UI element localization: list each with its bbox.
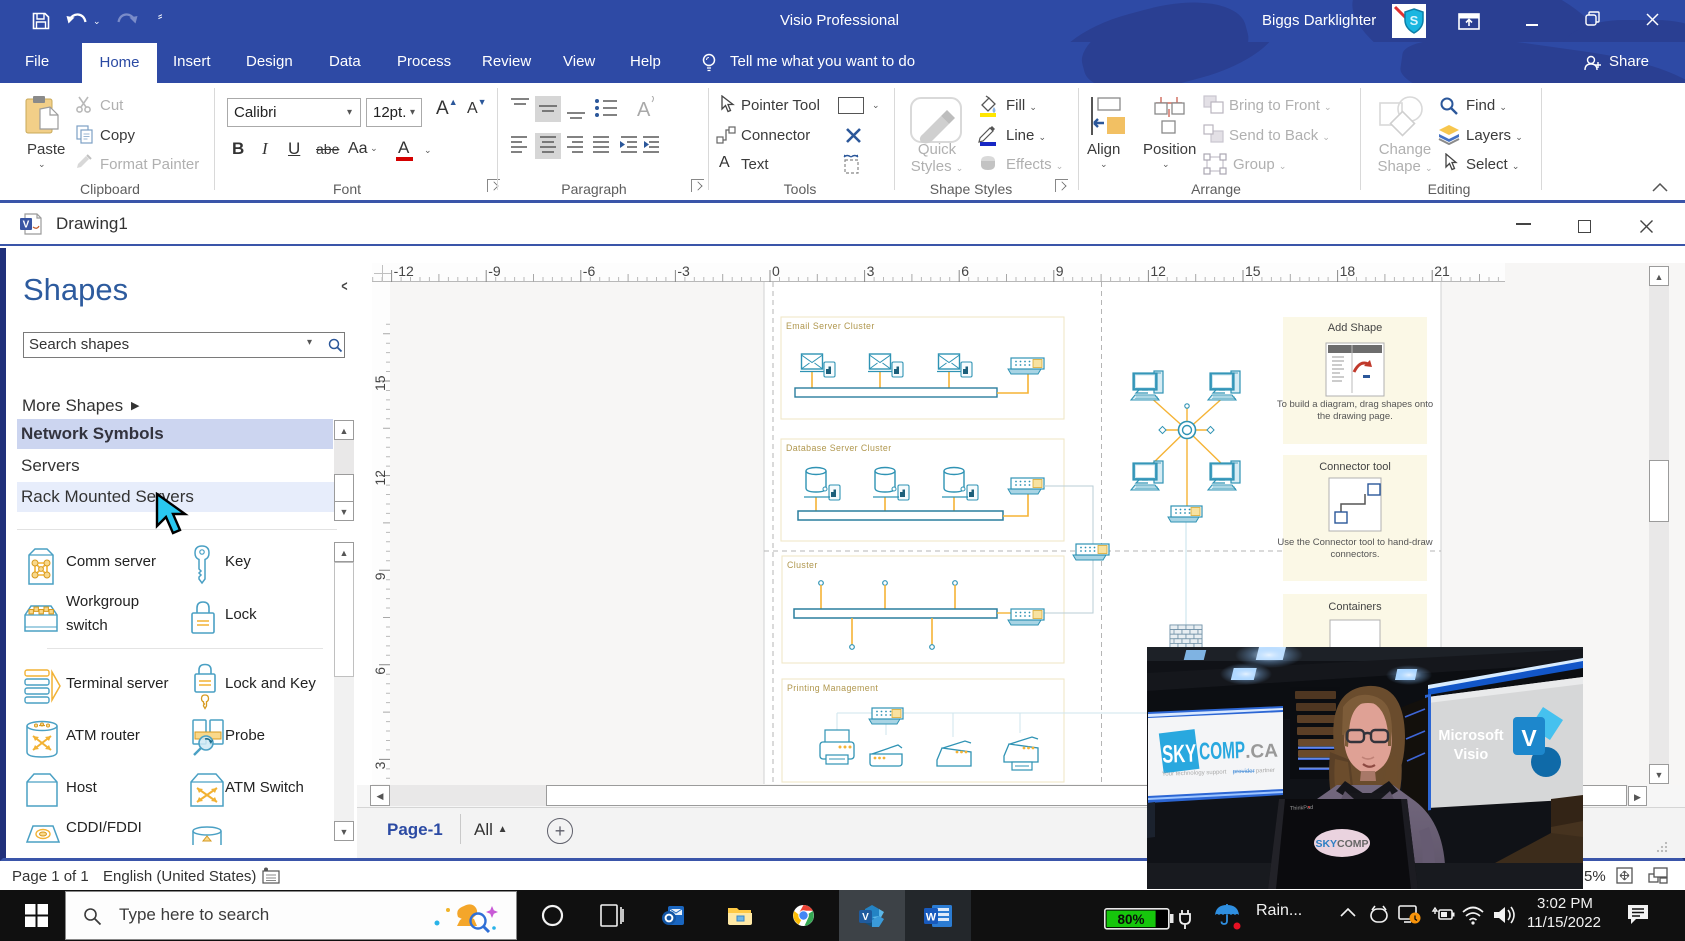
svg-text:-12: -12 xyxy=(394,263,414,279)
svg-text:A: A xyxy=(637,99,651,121)
svg-text:Microsoft: Microsoft xyxy=(1438,728,1503,744)
svg-text:connectors.: connectors. xyxy=(1330,549,1379,560)
svg-text:Database Server Cluster: Database Server Cluster xyxy=(786,443,892,453)
svg-text:3: 3 xyxy=(867,263,875,279)
svg-text:6: 6 xyxy=(961,263,969,279)
svg-text:SKY: SKY xyxy=(1162,740,1197,769)
svg-text:15: 15 xyxy=(1245,263,1261,279)
svg-text:21: 21 xyxy=(1434,263,1450,279)
svg-text:18: 18 xyxy=(1340,263,1356,279)
svg-text:ThinkPad: ThinkPad xyxy=(1290,805,1314,812)
svg-text:the drawing page.: the drawing page. xyxy=(1317,411,1393,422)
svg-text:To build a diagram, drag shape: To build a diagram, drag shapes onto xyxy=(1277,399,1433,410)
svg-text:9: 9 xyxy=(1056,263,1064,279)
svg-text:.CA: .CA xyxy=(1245,741,1279,763)
svg-text:Add Shape: Add Shape xyxy=(1328,322,1382,334)
svg-text:S: S xyxy=(1410,13,1419,28)
svg-text:6: 6 xyxy=(372,667,388,675)
svg-text:Use the Connector tool to hand: Use the Connector tool to hand-draw xyxy=(1277,537,1432,548)
svg-text:Visio: Visio xyxy=(1454,747,1489,763)
svg-text:V: V xyxy=(23,220,30,231)
svg-text:-9: -9 xyxy=(488,263,501,279)
svg-text:0: 0 xyxy=(772,263,780,279)
svg-text:Cluster: Cluster xyxy=(787,560,818,570)
svg-text:Connector tool: Connector tool xyxy=(1319,461,1391,473)
svg-text:SKYCOMP: SKYCOMP xyxy=(1315,838,1368,850)
svg-text:-3: -3 xyxy=(677,263,690,279)
svg-text:3: 3 xyxy=(372,761,388,769)
svg-text:Containers: Containers xyxy=(1328,601,1382,613)
svg-text:provider: provider xyxy=(1233,769,1255,776)
svg-text:COMP: COMP xyxy=(1199,737,1246,766)
svg-text:partner: partner xyxy=(1256,768,1275,775)
svg-text:W: W xyxy=(926,912,937,924)
svg-text:-6: -6 xyxy=(583,263,596,279)
svg-text:15: 15 xyxy=(372,375,388,391)
svg-text:12: 12 xyxy=(372,470,388,486)
svg-text:Email Server Cluster: Email Server Cluster xyxy=(786,321,875,331)
svg-text:V: V xyxy=(1521,725,1537,751)
svg-text:Printing Management: Printing Management xyxy=(787,683,878,693)
svg-text:12: 12 xyxy=(1150,263,1166,279)
svg-text:80%: 80% xyxy=(1117,912,1144,927)
svg-text:V: V xyxy=(862,912,869,923)
svg-text:9: 9 xyxy=(372,572,388,580)
